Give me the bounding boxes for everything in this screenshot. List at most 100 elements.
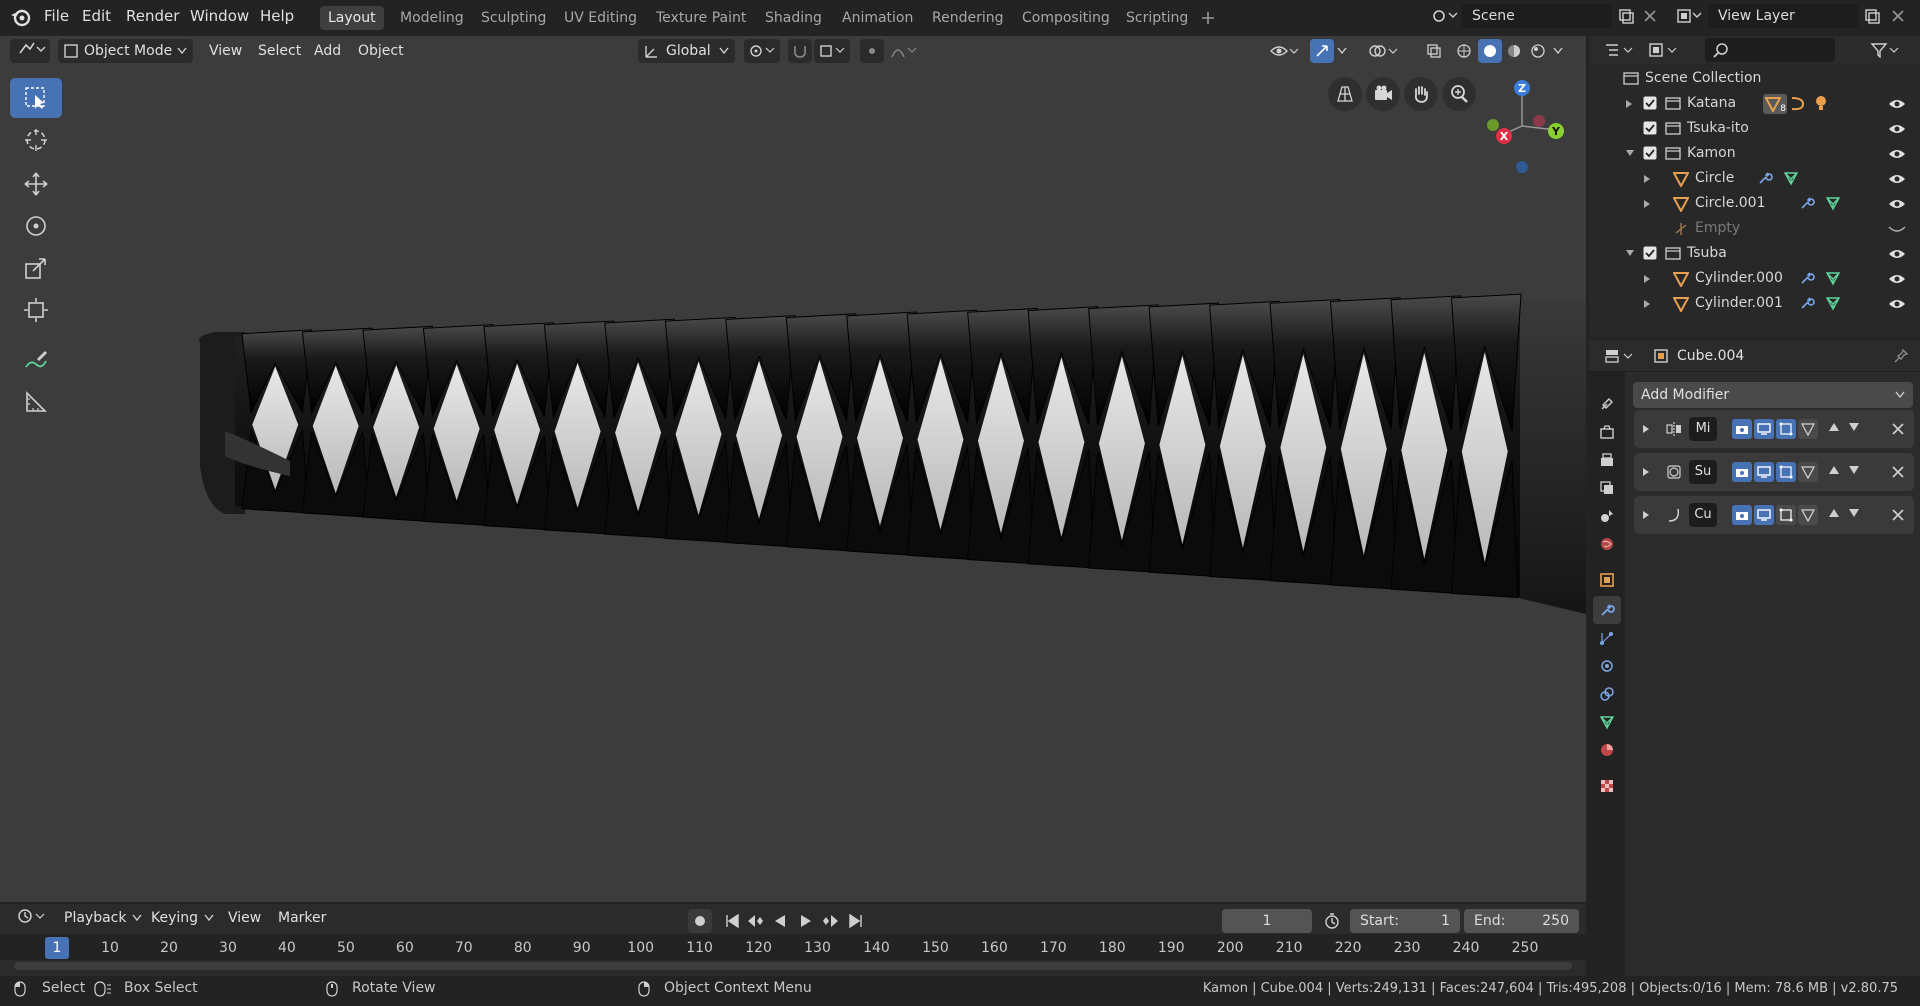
outliner-row-tsuka-ito[interactable]: Tsuka-ito	[1589, 116, 1920, 141]
particle-properties-icon[interactable]	[1593, 624, 1621, 652]
material-preview-icon[interactable]	[1502, 39, 1526, 63]
pin-icon[interactable]	[1889, 344, 1913, 368]
play-reverse-icon[interactable]	[768, 909, 792, 933]
hidden-eye-icon[interactable]	[1888, 223, 1906, 235]
current-frame-field[interactable]: 1	[1222, 909, 1312, 933]
visibility-eye-icon[interactable]	[1888, 148, 1906, 160]
delete-view-layer-icon[interactable]	[1886, 4, 1910, 28]
pivot-point-icon[interactable]	[744, 39, 780, 63]
tab-rendering[interactable]: Rendering	[924, 6, 1012, 30]
transform-tool-icon[interactable]	[10, 290, 62, 330]
current-frame-marker[interactable]: 1	[37, 937, 77, 959]
viewport-menu-object[interactable]: Object	[352, 39, 410, 63]
visibility-eye-icon[interactable]	[1888, 248, 1906, 260]
realtime-toggle-icon[interactable]	[1754, 505, 1774, 525]
texture-properties-icon[interactable]	[1593, 772, 1621, 800]
outliner-row-scene-collection[interactable]: Scene Collection	[1589, 66, 1920, 91]
tab-layout[interactable]: Layout	[320, 6, 384, 30]
delete-scene-icon[interactable]	[1638, 4, 1662, 28]
render-properties-icon[interactable]	[1593, 418, 1621, 446]
disclosure-collapsed-icon[interactable]	[1643, 199, 1651, 209]
render-toggle-icon[interactable]	[1732, 419, 1752, 439]
editor-type-icon[interactable]	[10, 39, 50, 63]
editor-type-icon[interactable]	[1601, 344, 1637, 368]
object-properties-icon[interactable]	[1593, 566, 1621, 594]
modifier-wrench-icon[interactable]	[1799, 195, 1815, 211]
timeline-menu-playback[interactable]: Playback	[58, 906, 146, 930]
realtime-toggle-icon[interactable]	[1754, 419, 1774, 439]
disclosure-expanded-icon[interactable]	[1625, 249, 1635, 257]
select-box-tool-icon[interactable]	[10, 78, 62, 118]
menu-render[interactable]: Render	[120, 0, 185, 32]
wireframe-shading-icon[interactable]	[1452, 39, 1476, 63]
object-data-properties-icon[interactable]	[1593, 708, 1621, 736]
tool-settings-icon[interactable]	[1593, 390, 1621, 418]
blender-logo-icon[interactable]	[10, 7, 32, 27]
outliner-row-tsuba[interactable]: Tsuba	[1589, 241, 1920, 266]
modifier-name-field[interactable]: Su	[1689, 460, 1717, 484]
tab-uv-editing[interactable]: UV Editing	[556, 6, 645, 30]
jump-end-icon[interactable]	[844, 909, 868, 933]
child-mesh-count-icon[interactable]: 8	[1763, 94, 1787, 114]
move-up-icon[interactable]	[1828, 422, 1840, 432]
tab-texture-paint[interactable]: Texture Paint	[648, 6, 754, 30]
tab-scripting[interactable]: Scripting	[1118, 6, 1196, 30]
edit-mode-toggle-icon[interactable]	[1776, 505, 1796, 525]
disclosure-collapsed-icon[interactable]	[1625, 99, 1633, 109]
disclosure-collapsed-icon[interactable]	[1642, 424, 1650, 434]
move-down-icon[interactable]	[1848, 465, 1860, 475]
rendered-shading-icon[interactable]	[1526, 39, 1550, 63]
mesh-data-icon[interactable]	[1783, 170, 1799, 186]
disclosure-collapsed-icon[interactable]	[1643, 174, 1651, 184]
tab-shading[interactable]: Shading	[757, 6, 830, 30]
snap-toggle-icon[interactable]	[788, 39, 812, 63]
modifier-panel[interactable]: Su	[1634, 453, 1914, 491]
timeline-scrollbar[interactable]	[14, 962, 1572, 970]
move-up-icon[interactable]	[1828, 508, 1840, 518]
visibility-eye-icon[interactable]	[1888, 123, 1906, 135]
mode-dropdown[interactable]: Object Mode	[58, 39, 193, 63]
tab-compositing[interactable]: Compositing	[1014, 6, 1118, 30]
navigation-gizmo[interactable]: Z Y X	[1476, 76, 1576, 176]
chevron-down-icon[interactable]	[1550, 39, 1566, 63]
end-frame-field[interactable]: End: 250	[1464, 909, 1579, 933]
scene-properties-icon[interactable]	[1593, 502, 1621, 530]
modifier-wrench-icon[interactable]	[1799, 295, 1815, 311]
edit-mode-toggle-icon[interactable]	[1776, 419, 1796, 439]
outliner-row-circle-001[interactable]: Circle.001	[1589, 191, 1920, 216]
jump-start-icon[interactable]	[720, 909, 744, 933]
exclude-checkbox-icon[interactable]	[1643, 121, 1657, 135]
viewport-menu-add[interactable]: Add	[308, 39, 347, 63]
exclude-checkbox-icon[interactable]	[1643, 246, 1657, 260]
disclosure-collapsed-icon[interactable]	[1642, 467, 1650, 477]
physics-properties-icon[interactable]	[1593, 652, 1621, 680]
timeline-editor-type-icon[interactable]	[10, 906, 50, 930]
outliner-search-input[interactable]	[1705, 38, 1835, 62]
render-toggle-icon[interactable]	[1732, 462, 1752, 482]
on-cage-toggle-icon[interactable]	[1798, 419, 1818, 439]
transform-orientation-dropdown[interactable]: Global	[638, 39, 735, 63]
modifier-panel[interactable]: Cu	[1634, 496, 1914, 534]
mesh-data-icon[interactable]	[1825, 195, 1841, 211]
add-workspace-icon[interactable]	[1196, 6, 1220, 30]
remove-modifier-icon[interactable]	[1892, 423, 1904, 435]
outliner-row-empty[interactable]: Empty	[1589, 216, 1920, 241]
remove-modifier-icon[interactable]	[1892, 509, 1904, 521]
realtime-toggle-icon[interactable]	[1754, 462, 1774, 482]
menu-edit[interactable]: Edit	[76, 0, 117, 32]
filter-icon[interactable]	[1867, 38, 1903, 62]
viewport-menu-select[interactable]: Select	[252, 39, 307, 63]
modifier-name-field[interactable]: Cu	[1689, 503, 1717, 527]
overlays-icon[interactable]	[1364, 39, 1402, 63]
record-icon[interactable]	[688, 909, 712, 933]
new-scene-icon[interactable]	[1614, 4, 1638, 28]
pan-hand-icon[interactable]	[1404, 77, 1438, 111]
timeline-menu-keying[interactable]: Keying	[145, 906, 218, 930]
visibility-eye-icon[interactable]	[1888, 98, 1906, 110]
tab-modeling[interactable]: Modeling	[392, 6, 472, 30]
preview-range-icon[interactable]	[1320, 909, 1344, 933]
move-down-icon[interactable]	[1848, 422, 1860, 432]
view-layer-selector-icon[interactable]	[1672, 4, 1706, 28]
modifier-panel[interactable]: Mi	[1634, 410, 1914, 448]
timeline-menu-view[interactable]: View	[222, 906, 267, 930]
